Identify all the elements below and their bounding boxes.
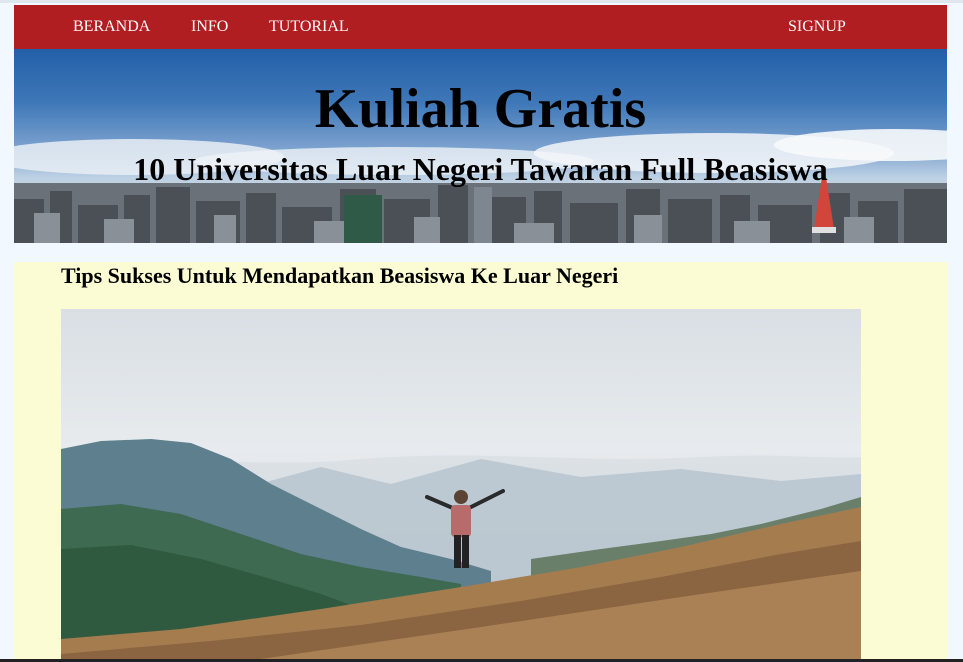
hero-title: Kuliah Gratis (314, 78, 647, 140)
article-title: Tips Sukses Untuk Mendapatkan Beasiswa K… (61, 263, 619, 288)
nav-link-info[interactable]: INFO (191, 5, 228, 49)
nav-link-tutorial[interactable]: TUTORIAL (269, 5, 349, 49)
nav-link-beranda[interactable]: BERANDA (73, 5, 150, 49)
mountain-hiker-image (61, 439, 861, 659)
top-navbar: BERANDA INFO TUTORIAL SIGNUP (14, 5, 947, 49)
article-photo (61, 309, 861, 659)
nav-link-signup[interactable]: SIGNUP (788, 5, 846, 49)
hero-subtitle: 10 Universitas Luar Negeri Tawaran Full … (133, 151, 828, 187)
window-top-edge (0, 0, 963, 3)
main-content: Tips Sukses Untuk Mendapatkan Beasiswa K… (14, 262, 947, 659)
hero-banner: Kuliah Gratis 10 Universitas Luar Negeri… (14, 49, 947, 243)
